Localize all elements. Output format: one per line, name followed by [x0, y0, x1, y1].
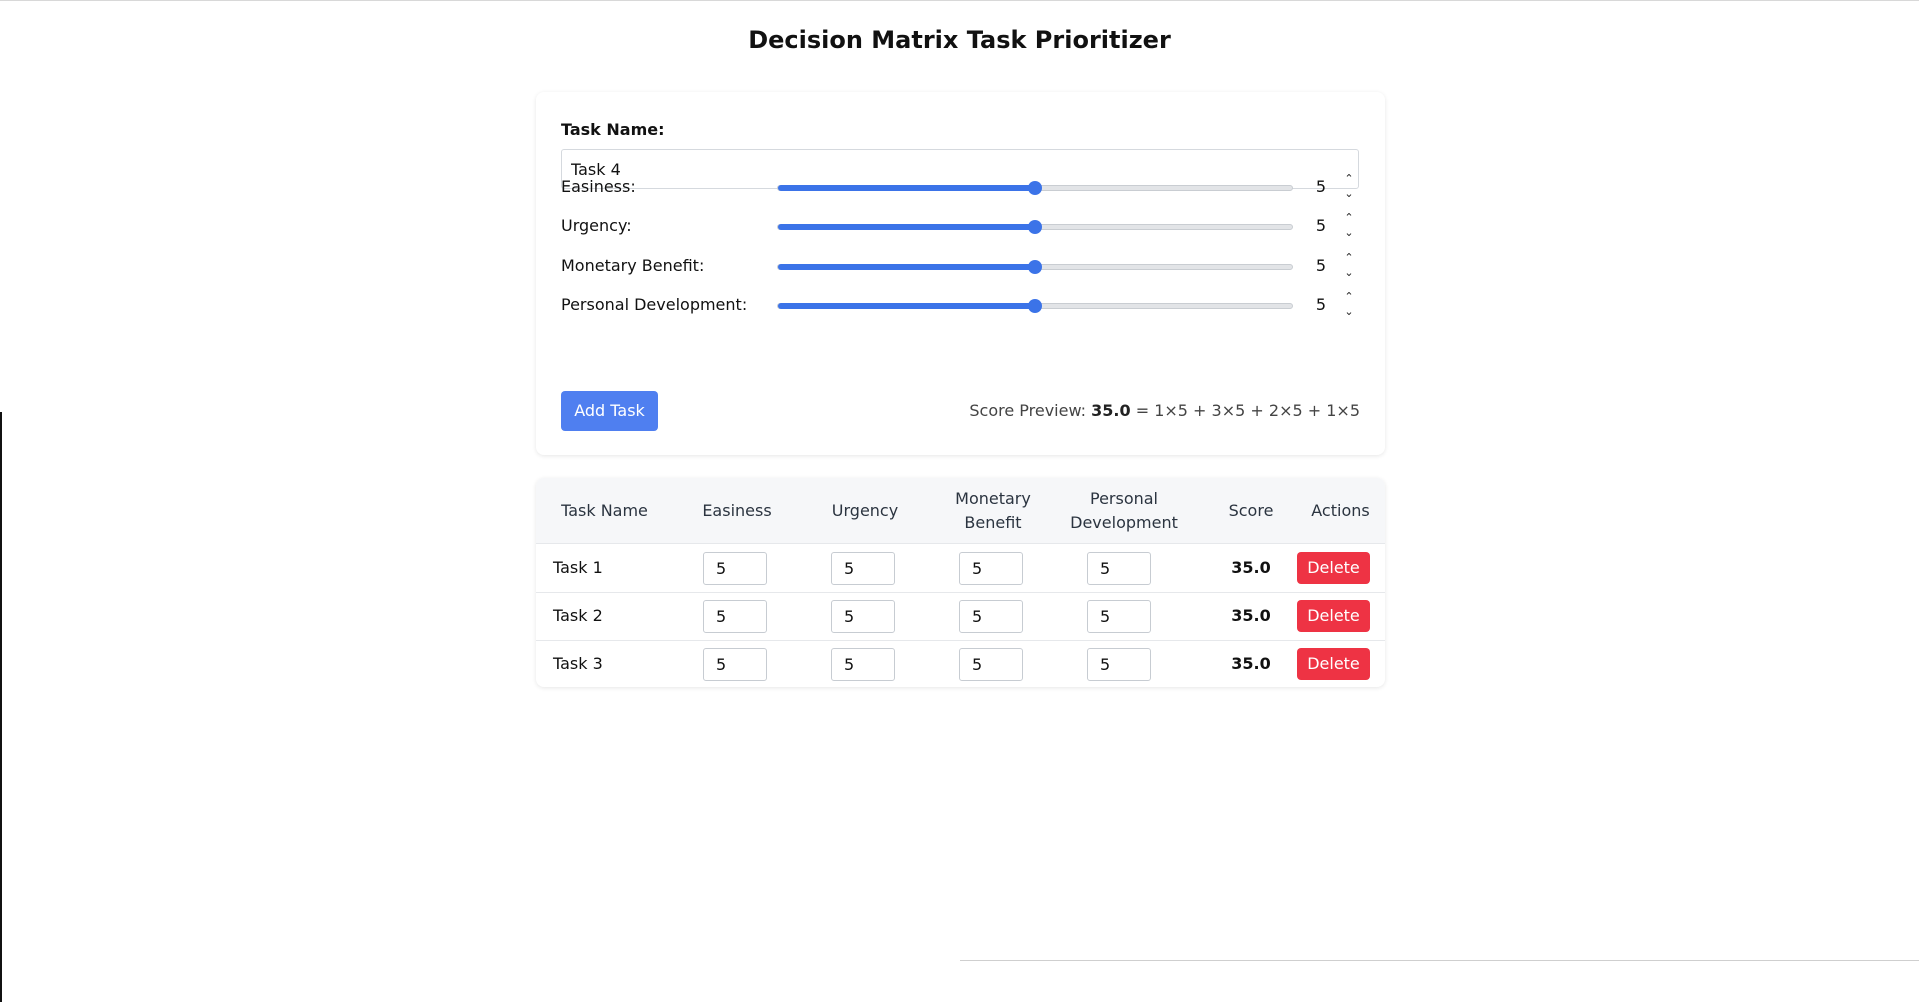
tasks-table: Task Name Easiness Urgency Monetary Benef… — [536, 478, 1385, 687]
personal-development-slider-thumb[interactable] — [1028, 299, 1042, 313]
delete-button[interactable]: Delete — [1297, 552, 1370, 584]
score-cell: 35.0 — [1231, 558, 1271, 577]
monetary-benefit-slider-thumb[interactable] — [1028, 260, 1042, 274]
header-monetary-line2: Benefit — [964, 512, 1022, 532]
easiness-input[interactable] — [703, 600, 767, 633]
monetary-benefit-slider[interactable] — [777, 260, 1293, 274]
monetary-benefit-slider-fill — [778, 264, 1035, 270]
easiness-label: Easiness: — [561, 177, 636, 196]
urgency-input[interactable] — [831, 648, 895, 681]
task-form-card: Task Name: Easiness: 5 ⌃ ⌄ Urgency: 5 ⌃ … — [536, 92, 1385, 455]
table-row: Task 2 35.0 Delete — [536, 592, 1385, 641]
score-cell: 35.0 — [1231, 654, 1271, 673]
header-easiness: Easiness — [702, 500, 772, 520]
urgency-slider-thumb[interactable] — [1028, 220, 1042, 234]
personal-development-slider[interactable] — [777, 299, 1293, 313]
personal-development-label: Personal Development: — [561, 295, 748, 314]
urgency-input[interactable] — [831, 600, 895, 633]
score-preview-formula: = 1×5 + 3×5 + 2×5 + 1×5 — [1130, 401, 1360, 420]
top-border — [0, 0, 1919, 1]
slider-row-urgency: Urgency: 5 ⌃ ⌄ — [561, 211, 1359, 241]
slider-row-personal-development: Personal Development: 5 ⌃ ⌄ — [561, 290, 1359, 320]
easiness-value: 5 — [1315, 177, 1327, 196]
header-actions: Actions — [1311, 500, 1370, 520]
easiness-slider-thumb[interactable] — [1028, 181, 1042, 195]
chevron-up-icon[interactable]: ⌃ — [1342, 172, 1356, 186]
personal-development-input[interactable] — [1087, 600, 1151, 633]
header-urgency: Urgency — [831, 500, 899, 520]
score-preview-label: Score Preview: — [969, 401, 1092, 420]
score-preview-value: 35.0 — [1091, 401, 1131, 420]
left-edge-border — [0, 412, 2, 1002]
easiness-slider-fill — [778, 185, 1035, 191]
score-preview: Score Preview: 35.0 = 1×5 + 3×5 + 2×5 + … — [969, 401, 1360, 420]
header-personal-line1: Personal — [1089, 488, 1158, 508]
chevron-up-icon[interactable]: ⌃ — [1342, 211, 1356, 225]
urgency-stepper[interactable]: ⌃ ⌄ — [1342, 211, 1356, 241]
chevron-down-icon[interactable]: ⌄ — [1342, 226, 1356, 240]
personal-development-input[interactable] — [1087, 648, 1151, 681]
personal-development-stepper[interactable]: ⌃ ⌄ — [1342, 290, 1356, 320]
urgency-input[interactable] — [831, 552, 895, 585]
easiness-stepper[interactable]: ⌃ ⌄ — [1342, 172, 1356, 202]
task-name-cell: Task 2 — [553, 606, 603, 625]
slider-row-monetary-benefit: Monetary Benefit: 5 ⌃ ⌄ — [561, 251, 1359, 281]
personal-development-slider-fill — [778, 303, 1035, 309]
add-task-button[interactable]: Add Task — [561, 391, 658, 431]
urgency-slider[interactable] — [777, 220, 1293, 234]
slider-row-easiness: Easiness: 5 ⌃ ⌄ — [561, 172, 1359, 202]
easiness-slider[interactable] — [777, 181, 1293, 195]
header-personal-development: Personal Development — [1057, 478, 1191, 543]
chevron-down-icon[interactable]: ⌄ — [1342, 266, 1356, 280]
header-personal-line2: Development — [1070, 512, 1178, 532]
chevron-up-icon[interactable]: ⌃ — [1342, 290, 1356, 304]
page-title: Decision Matrix Task Prioritizer — [748, 26, 1171, 54]
header-monetary-benefit: Monetary Benefit — [929, 478, 1057, 543]
monetary-benefit-input[interactable] — [959, 648, 1023, 681]
personal-development-input[interactable] — [1087, 552, 1151, 585]
bottom-divider — [960, 960, 1919, 961]
easiness-input[interactable] — [703, 552, 767, 585]
table-header: Task Name Easiness Urgency Monetary Benef… — [536, 478, 1385, 544]
header-score: Score — [1228, 500, 1274, 520]
urgency-slider-fill — [778, 224, 1035, 230]
task-name-cell: Task 3 — [553, 654, 603, 673]
monetary-benefit-input[interactable] — [959, 552, 1023, 585]
delete-button[interactable]: Delete — [1297, 600, 1370, 632]
monetary-benefit-stepper[interactable]: ⌃ ⌄ — [1342, 251, 1356, 281]
score-cell: 35.0 — [1231, 606, 1271, 625]
urgency-label: Urgency: — [561, 216, 632, 235]
header-monetary-line1: Monetary — [955, 488, 1031, 508]
table-row: Task 3 35.0 Delete — [536, 640, 1385, 687]
chevron-down-icon[interactable]: ⌄ — [1342, 187, 1356, 201]
task-name-label: Task Name: — [561, 120, 665, 139]
monetary-benefit-value: 5 — [1315, 256, 1327, 275]
monetary-benefit-label: Monetary Benefit: — [561, 256, 705, 275]
header-task-name: Task Name — [561, 500, 648, 520]
chevron-down-icon[interactable]: ⌄ — [1342, 305, 1356, 319]
monetary-benefit-input[interactable] — [959, 600, 1023, 633]
easiness-input[interactable] — [703, 648, 767, 681]
urgency-value: 5 — [1315, 216, 1327, 235]
chevron-up-icon[interactable]: ⌃ — [1342, 251, 1356, 265]
delete-button[interactable]: Delete — [1297, 648, 1370, 680]
table-row: Task 1 35.0 Delete — [536, 544, 1385, 593]
task-name-cell: Task 1 — [553, 558, 603, 577]
personal-development-value: 5 — [1315, 295, 1327, 314]
